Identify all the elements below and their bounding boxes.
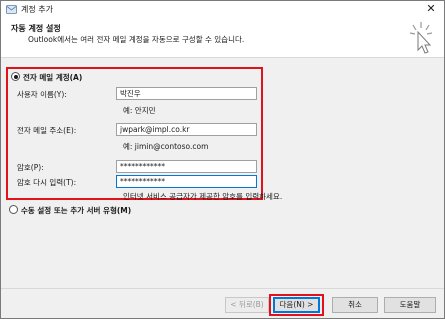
help-button[interactable]: 도움말	[384, 297, 436, 313]
email-input[interactable]: jwpark@impl.co.kr	[116, 123, 257, 136]
confirm-password-input[interactable]: ************	[116, 175, 257, 188]
main-content: 전자 메일 계정(A) 사용자 이름(Y): 박진우 예: 안지민 전자 메일 …	[1, 59, 444, 284]
page-title: 자동 계정 설정	[11, 24, 61, 33]
name-example: 예: 안지민	[123, 106, 156, 115]
title-bar: 계정 추가 ✕	[1, 1, 444, 18]
outlook-app-icon	[6, 5, 17, 14]
cancel-button[interactable]: 취소	[332, 297, 378, 313]
email-account-section: 전자 메일 계정(A) 사용자 이름(Y): 박진우 예: 안지민 전자 메일 …	[6, 67, 282, 201]
close-button[interactable]: ✕	[424, 2, 438, 16]
email-account-radio-label[interactable]: 전자 메일 계정(A)	[23, 72, 82, 83]
back-button[interactable]: < 뒤로(B)	[225, 297, 269, 313]
manual-setup-radio-label[interactable]: 수동 설정 또는 추가 서버 유형(M)	[21, 205, 131, 216]
email-label: 전자 메일 주소(E):	[17, 126, 77, 135]
add-account-dialog: 계정 추가 ✕ 자동 계정 설정 Outlook에서는 여러 전자 메일 계정을…	[0, 0, 445, 319]
name-label: 사용자 이름(Y):	[17, 90, 67, 99]
click-cursor-icon	[409, 22, 433, 54]
window-title: 계정 추가	[21, 5, 53, 14]
confirm-password-label: 암호 다시 입력(T):	[17, 178, 77, 187]
manual-setup-radio[interactable]	[9, 205, 18, 214]
password-label: 암호(P):	[17, 163, 44, 172]
wizard-header: 자동 계정 설정 Outlook에서는 여러 전자 메일 계정을 자동으로 구성…	[1, 18, 444, 58]
name-input[interactable]: 박진우	[116, 87, 257, 100]
page-description: Outlook에서는 여러 전자 메일 계정을 자동으로 구성할 수 있습니다.	[28, 35, 245, 44]
password-input[interactable]: ************	[116, 160, 257, 173]
button-bar: < 뒤로(B) 다음(N) > 취소 도움말	[1, 288, 444, 318]
email-example: 예: jimin@contoso.com	[123, 142, 209, 151]
email-account-radio[interactable]	[11, 72, 20, 81]
password-hint: 인터넷 서비스 공급자가 제공한 암호를 입력하세요.	[123, 192, 283, 201]
next-button[interactable]: 다음(N) >	[273, 297, 320, 313]
